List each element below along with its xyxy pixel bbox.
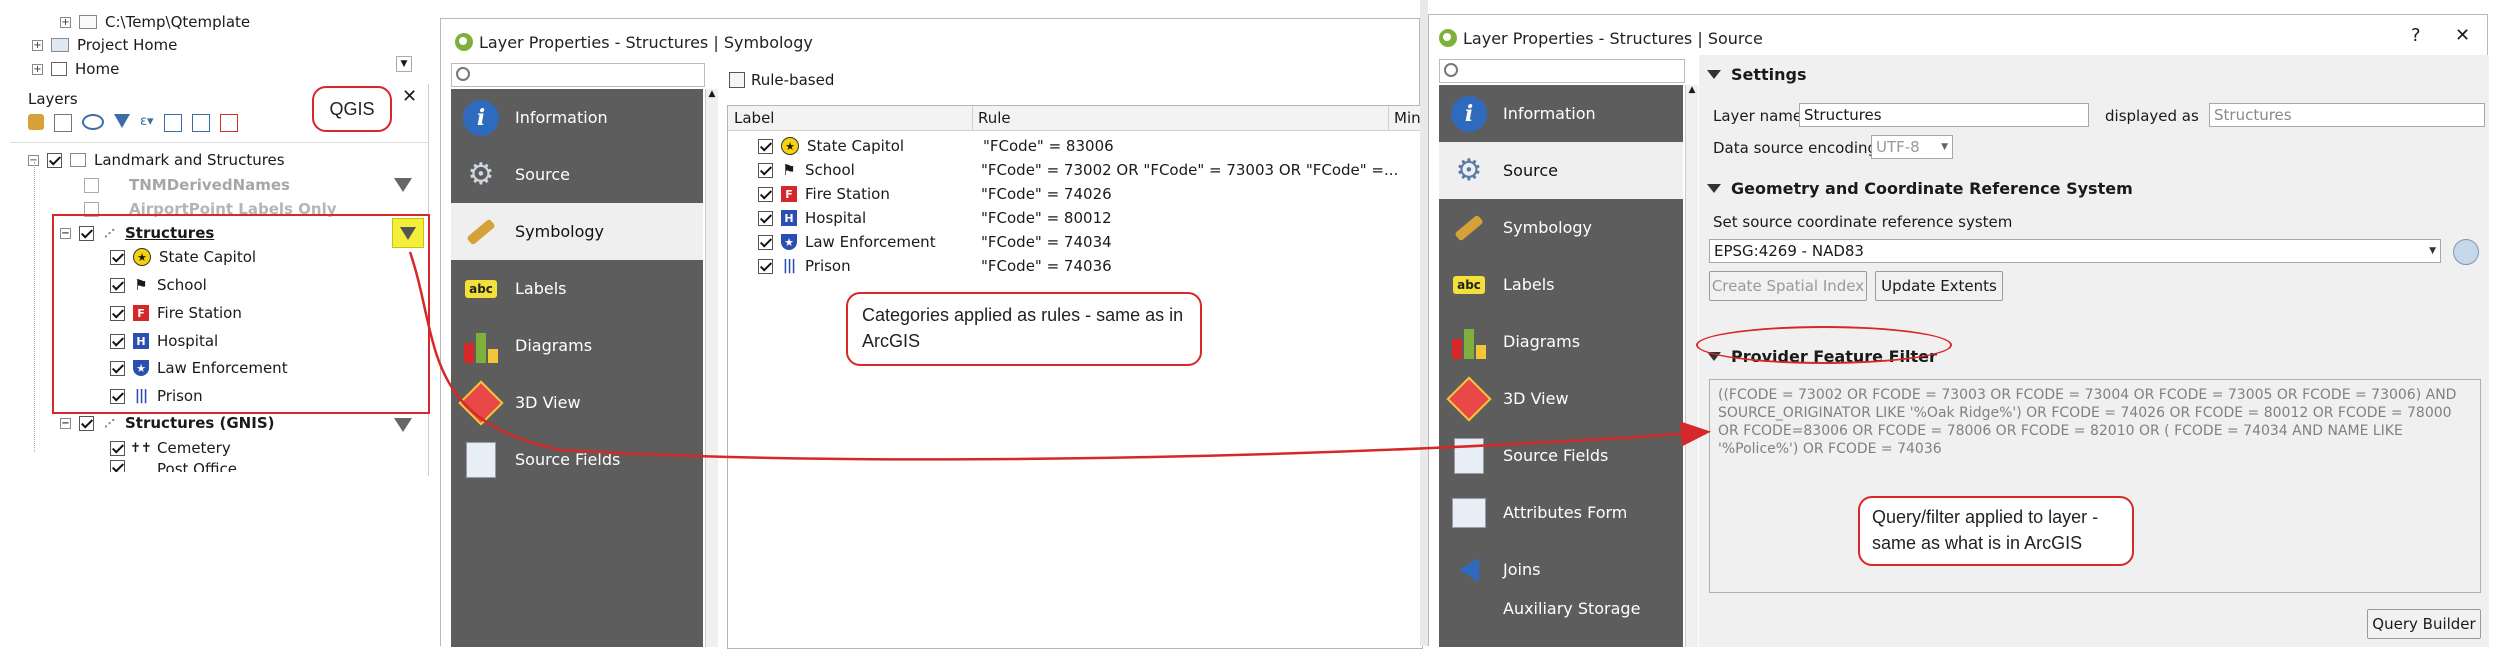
arrow-path <box>408 251 1711 461</box>
annotation-arrow <box>408 251 1711 461</box>
